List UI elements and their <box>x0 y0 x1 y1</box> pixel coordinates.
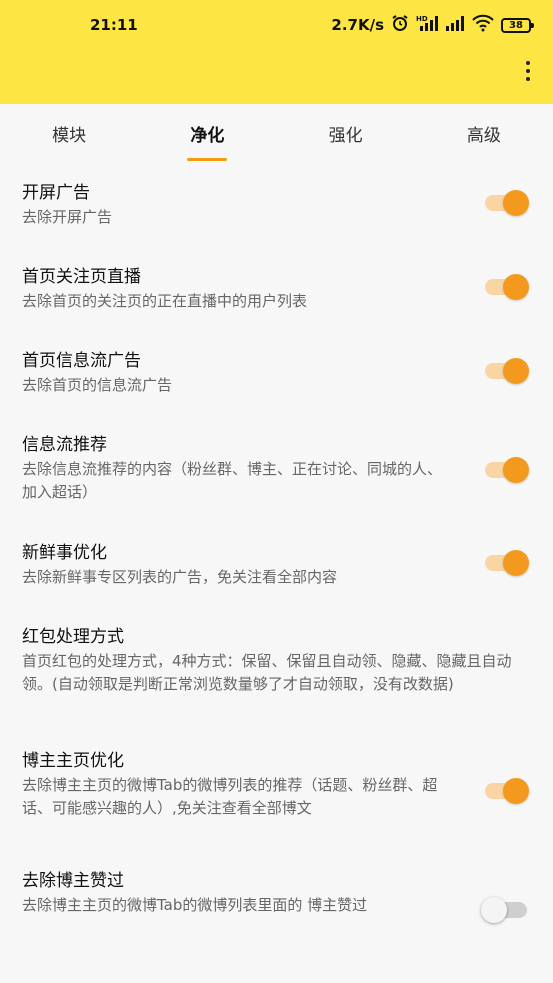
alarm-icon <box>391 14 409 36</box>
setting-remove-liked[interactable]: 去除博主赞过 去除博主主页的微博Tab的微博列表里面的 博主赞过 <box>0 868 553 952</box>
setting-title: 开屏广告 <box>22 183 90 203</box>
more-dot-icon <box>526 69 530 73</box>
more-options-button[interactable] <box>521 58 535 84</box>
setting-desc: 首页红包的处理方式，4种方式：保留、保留且自动领、隐藏、隐藏且自动领。(自动领取… <box>22 652 512 693</box>
toggle-switch[interactable] <box>481 897 527 923</box>
toggle-switch[interactable] <box>485 274 529 300</box>
toggle-switch[interactable] <box>485 778 529 804</box>
toggle-switch[interactable] <box>485 457 529 483</box>
more-dot-icon <box>526 61 530 65</box>
tab-bar: 模块 净化 强化 高级 <box>0 104 553 162</box>
toggle-switch[interactable] <box>485 190 529 216</box>
setting-title: 新鲜事优化 <box>22 543 107 563</box>
setting-desc: 去除博主主页的微博Tab的微博列表的推荐（话题、粉丝群、超话、可能感兴趣的人）,… <box>22 776 438 817</box>
switch-knob <box>503 358 529 384</box>
setting-splash-ad[interactable]: 开屏广告 去除开屏广告 <box>0 170 553 254</box>
battery-icon: 38 <box>501 17 534 33</box>
toggle-switch[interactable] <box>485 358 529 384</box>
setting-desc: 去除首页的关注页的正在直播中的用户列表 <box>22 292 308 310</box>
setting-news-optimize[interactable]: 新鲜事优化 去除新鲜事专区列表的广告，免关注看全部内容 <box>0 528 553 612</box>
setting-red-packet[interactable]: 红包处理方式 首页红包的处理方式，4种方式：保留、保留且自动领、隐藏、隐藏且自动… <box>0 612 553 740</box>
status-bar: 21:11 2.7K/s HD 38 <box>0 0 553 50</box>
tab-purify[interactable]: 净化 <box>138 104 276 162</box>
setting-title: 去除博主赞过 <box>22 871 124 891</box>
status-icons: 2.7K/s HD 38 <box>331 14 534 36</box>
setting-desc: 去除开屏广告 <box>22 208 113 226</box>
setting-feed-recommend[interactable]: 信息流推荐 去除信息流推荐的内容（粉丝群、博主、正在讨论、同城的人、加入超话） <box>0 422 553 528</box>
switch-knob <box>503 550 529 576</box>
more-dot-icon <box>526 77 530 81</box>
switch-knob <box>503 457 529 483</box>
setting-feed-ad[interactable]: 首页信息流广告 去除首页的信息流广告 <box>0 338 553 422</box>
setting-title: 首页关注页直播 <box>22 267 141 287</box>
setting-desc: 去除博主主页的微博Tab的微博列表里面的 博主赞过 <box>22 896 368 914</box>
app-bar: 21:11 2.7K/s HD 38 <box>0 0 553 104</box>
setting-desc: 去除信息流推荐的内容（粉丝群、博主、正在讨论、同城的人、加入超话） <box>22 460 443 501</box>
switch-knob <box>503 274 529 300</box>
network-speed: 2.7K/s <box>331 16 384 34</box>
settings-list: 开屏广告 去除开屏广告 首页关注页直播 去除首页的关注页的正在直播中的用户列表 … <box>0 170 553 952</box>
tab-advanced[interactable]: 高级 <box>415 104 553 162</box>
switch-knob <box>481 897 507 923</box>
wifi-icon <box>472 14 494 36</box>
setting-blogger-page[interactable]: 博主主页优化 去除博主主页的微博Tab的微博列表的推荐（话题、粉丝群、超话、可能… <box>0 740 553 868</box>
tab-enhance[interactable]: 强化 <box>277 104 415 162</box>
setting-title: 红包处理方式 <box>22 627 124 647</box>
tab-modules[interactable]: 模块 <box>0 104 138 162</box>
signal-icon <box>445 14 465 36</box>
toggle-switch[interactable] <box>485 550 529 576</box>
setting-title: 首页信息流广告 <box>22 351 141 371</box>
setting-title: 博主主页优化 <box>22 751 124 771</box>
switch-knob <box>503 190 529 216</box>
setting-desc: 去除首页的信息流广告 <box>22 376 173 394</box>
hd-signal-icon: HD <box>416 14 438 36</box>
setting-follow-live[interactable]: 首页关注页直播 去除首页的关注页的正在直播中的用户列表 <box>0 254 553 338</box>
setting-desc: 去除新鲜事专区列表的广告，免关注看全部内容 <box>22 568 338 586</box>
switch-knob <box>503 778 529 804</box>
status-time: 21:11 <box>90 16 138 34</box>
setting-title: 信息流推荐 <box>22 435 107 455</box>
svg-text:HD: HD <box>416 15 428 23</box>
